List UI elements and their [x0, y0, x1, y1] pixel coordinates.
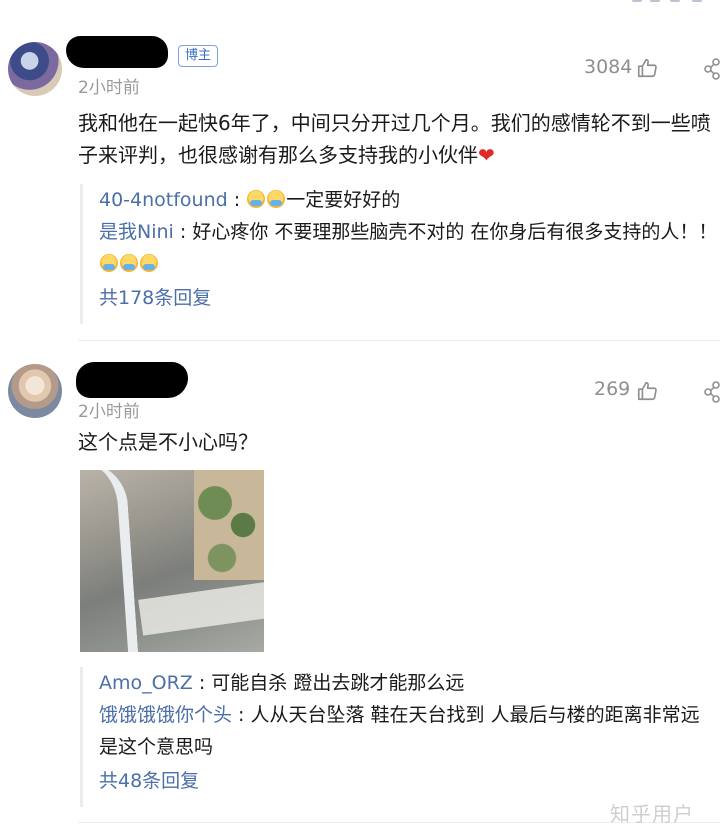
reply-item[interactable]: 40-4notfound : 一定要好好的	[99, 184, 719, 216]
reply-separator: :	[173, 221, 193, 243]
reply-item[interactable]: 是我Nini : 好心疼你 不要理那些脑壳不对的 在你身后有很多支持的人！！	[99, 216, 719, 280]
watermark: 知乎用户	[610, 802, 694, 826]
reply-item[interactable]: 饿饿饿饿你个头 : 人从天台坠落 鞋在天台找到 人最后与楼的距离非常远 是这个意…	[99, 699, 719, 763]
reply-username[interactable]: 40-4notfound	[99, 189, 228, 211]
emoji-icon	[140, 254, 158, 272]
comment-photo[interactable]	[80, 470, 264, 652]
avatar[interactable]	[8, 42, 62, 96]
reply-text: 可能自杀 蹬出去跳才能那么远	[211, 672, 465, 694]
emoji-icon	[247, 190, 266, 208]
comment-time: 2小时前	[78, 402, 140, 422]
reply-separator: :	[227, 189, 247, 211]
reply-text: 好心疼你 不要理那些脑壳不对的 在你身后有很多支持的人！！	[192, 221, 718, 243]
photo-railing	[80, 470, 140, 652]
emoji-icon	[100, 254, 118, 272]
comment-text: 我和他在一起快6年了，中间只分开过几个月。我们的感情轮不到一些喷子来评判，也很感…	[78, 107, 718, 171]
reply-username[interactable]: 饿饿饿饿你个头	[99, 704, 232, 726]
reply-list: 40-4notfound : 一定要好好的 是我Nini : 好心疼你 不要理那…	[80, 184, 719, 324]
reply-username[interactable]: 是我Nini	[99, 221, 174, 243]
redacted-username	[76, 362, 188, 398]
more-replies-link[interactable]: 共48条回复	[99, 765, 719, 797]
photo-wall	[138, 580, 264, 636]
reply-text: 一定要好好的	[286, 189, 401, 211]
comment-text: 这个点是不小心吗？	[78, 430, 258, 454]
divider	[78, 340, 720, 341]
reply-separator: :	[192, 672, 212, 694]
like-count: 3084	[584, 56, 633, 78]
reply-username[interactable]: Amo_ORZ	[99, 672, 193, 694]
more-replies-link[interactable]: 共178条回复	[99, 282, 719, 314]
heart-icon: ❤	[478, 143, 495, 167]
emoji-icon	[120, 254, 138, 272]
author-badge: 博主	[178, 45, 219, 67]
reply-list: Amo_ORZ : 可能自杀 蹬出去跳才能那么远 饿饿饿饿你个头 : 人从天台坠…	[80, 667, 719, 807]
thumb-up-icon[interactable]	[636, 380, 658, 402]
comment-time: 2小时前	[78, 78, 140, 98]
redacted-username	[66, 36, 168, 68]
like-count: 269	[594, 378, 631, 400]
photo-trees	[194, 470, 264, 580]
share-icon[interactable]	[704, 58, 720, 80]
share-icon[interactable]	[704, 381, 720, 403]
avatar[interactable]	[8, 364, 62, 418]
reply-separator: :	[232, 704, 251, 726]
reply-item[interactable]: Amo_ORZ : 可能自杀 蹬出去跳才能那么远	[99, 667, 719, 699]
emoji-icon	[267, 190, 286, 208]
top-edge-fragment	[630, 0, 720, 4]
thumb-up-icon[interactable]	[636, 57, 658, 79]
comment-text-content: 我和他在一起快6年了，中间只分开过几个月。我们的感情轮不到一些喷子来评判，也很感…	[78, 111, 711, 167]
